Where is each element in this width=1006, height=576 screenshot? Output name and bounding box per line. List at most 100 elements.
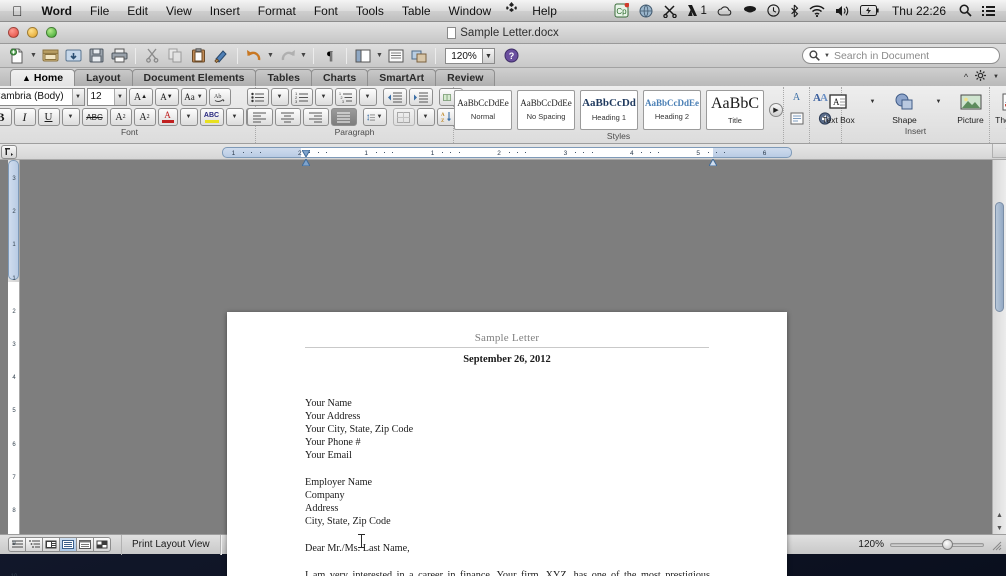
menu-item-font[interactable]: Font bbox=[305, 0, 347, 22]
tab-smartart[interactable]: SmartArt bbox=[367, 69, 437, 86]
italic-button[interactable]: I bbox=[13, 108, 36, 126]
tab-review[interactable]: Review bbox=[435, 69, 496, 86]
tab-tables[interactable]: Tables bbox=[255, 69, 312, 86]
menu-item-window[interactable]: Window bbox=[440, 0, 501, 22]
borders-button[interactable] bbox=[392, 108, 415, 126]
clear-formatting-button[interactable]: Ab bbox=[208, 88, 231, 106]
wifi-icon[interactable] bbox=[804, 0, 830, 22]
notebook-layout-button[interactable] bbox=[385, 46, 407, 66]
highlight-dropdown[interactable]: ▼ bbox=[225, 108, 244, 126]
highlight-button[interactable]: ABC bbox=[199, 108, 224, 126]
media-browser-button[interactable] bbox=[408, 46, 430, 66]
print-layout-button[interactable] bbox=[59, 537, 77, 552]
print-button[interactable] bbox=[108, 46, 130, 66]
shrink-font-button[interactable]: A ▼ bbox=[154, 88, 179, 106]
insert-text-box-button[interactable]: A Text Box bbox=[819, 90, 859, 125]
shape-dropdown[interactable]: ▼ bbox=[929, 90, 947, 114]
style-no-spacing[interactable]: AaBbCcDdEe No Spacing bbox=[517, 90, 575, 130]
tab-home[interactable]: ▲ Home bbox=[10, 69, 76, 86]
font-name-dropdown[interactable]: ▼ bbox=[71, 89, 84, 105]
more-styles-icon[interactable]: ▶ bbox=[769, 103, 783, 117]
bold-button[interactable]: B bbox=[0, 108, 12, 126]
underline-button[interactable]: U bbox=[37, 108, 60, 126]
open-button[interactable] bbox=[39, 46, 61, 66]
scroll-down-arrow-icon[interactable]: ▼ bbox=[993, 522, 1006, 534]
scroll-up-arrow-icon[interactable]: ▲ bbox=[993, 509, 1006, 521]
multilevel-list-dropdown[interactable]: ▼ bbox=[358, 88, 377, 106]
insert-shape-button[interactable]: Shape bbox=[885, 90, 925, 125]
bulleted-list-dropdown[interactable]: ▼ bbox=[270, 88, 289, 106]
copy-button[interactable] bbox=[164, 46, 186, 66]
menu-item-tools[interactable]: Tools bbox=[347, 0, 393, 22]
menu-item-table[interactable]: Table bbox=[393, 0, 440, 22]
publishing-layout-button[interactable] bbox=[42, 537, 60, 552]
decrease-indent-button[interactable] bbox=[382, 88, 407, 106]
style-normal[interactable]: AaBbCcDdEe Normal bbox=[454, 90, 512, 130]
notebook-layout-button[interactable] bbox=[76, 537, 94, 552]
cut-button[interactable] bbox=[141, 46, 163, 66]
menu-item-format[interactable]: Format bbox=[249, 0, 305, 22]
styles-pane-icon[interactable] bbox=[787, 109, 807, 127]
tab-charts[interactable]: Charts bbox=[310, 69, 369, 86]
gear-icon[interactable] bbox=[975, 68, 987, 86]
align-left-button[interactable] bbox=[246, 108, 273, 126]
toolbar-zoom-control[interactable]: 120% ▼ bbox=[445, 47, 495, 64]
dropbox-menu-icon[interactable] bbox=[500, 0, 523, 22]
menu-item-edit[interactable]: Edit bbox=[118, 0, 157, 22]
style-heading-2[interactable]: AaBbCcDdEe Heading 2 bbox=[643, 90, 701, 130]
paste-button[interactable] bbox=[187, 46, 209, 66]
search-icon[interactable] bbox=[954, 0, 977, 22]
zoom-stepper[interactable]: ▼ bbox=[483, 47, 495, 64]
change-case-button[interactable]: Aa ▼ bbox=[180, 88, 207, 106]
globe-icon[interactable] bbox=[634, 0, 658, 22]
clock-icon[interactable] bbox=[762, 0, 785, 22]
justify-button[interactable] bbox=[330, 108, 357, 126]
font-color-dropdown[interactable]: ▼ bbox=[179, 108, 198, 126]
zoom-slider[interactable] bbox=[890, 539, 984, 550]
list-icon[interactable] bbox=[977, 0, 1000, 22]
show-formatting-marks-button[interactable]: ¶ bbox=[319, 46, 341, 66]
superscript-button[interactable]: A2 bbox=[109, 108, 132, 126]
subscript-button[interactable]: A2 bbox=[133, 108, 156, 126]
tab-layout[interactable]: Layout bbox=[74, 69, 133, 86]
search-scope-caret[interactable]: ▼ bbox=[824, 53, 830, 59]
search-input[interactable]: ▼ Search in Document bbox=[802, 47, 1000, 64]
new-document-dropdown[interactable]: ▼ bbox=[29, 46, 38, 66]
text-box-dropdown[interactable]: ▼ bbox=[863, 90, 881, 114]
increase-indent-button[interactable] bbox=[408, 88, 433, 106]
redo-dropdown[interactable]: ▼ bbox=[299, 46, 308, 66]
document-page[interactable]: Sample Letter September 26, 2012 Your Na… bbox=[227, 312, 787, 576]
save-as-button[interactable] bbox=[62, 46, 84, 66]
help-button[interactable]: ? bbox=[500, 46, 522, 66]
first-line-indent-marker[interactable] bbox=[301, 144, 311, 159]
full-screen-button[interactable] bbox=[93, 537, 111, 552]
document-body[interactable]: Sample Letter September 26, 2012 Your Na… bbox=[227, 312, 787, 576]
sidebar-dropdown[interactable]: ▼ bbox=[375, 46, 384, 66]
right-indent-marker[interactable] bbox=[708, 153, 718, 167]
cloud-icon[interactable] bbox=[712, 0, 738, 22]
scissors-icon[interactable] bbox=[658, 0, 682, 22]
battery-icon[interactable] bbox=[855, 0, 884, 22]
bluetooth-icon[interactable] bbox=[785, 0, 804, 22]
ribbon-settings-caret[interactable]: ▼ bbox=[993, 74, 999, 80]
multilevel-list-button[interactable]: 123 bbox=[334, 88, 357, 106]
align-center-button[interactable] bbox=[274, 108, 301, 126]
styles-pane-letter-icon[interactable]: A bbox=[787, 88, 807, 106]
adobe-icon[interactable]: 1 bbox=[682, 0, 712, 22]
menu-item-file[interactable]: File bbox=[81, 0, 118, 22]
numbered-list-dropdown[interactable]: ▼ bbox=[314, 88, 333, 106]
font-name-input[interactable]: Cambria (Body) ▼ bbox=[0, 88, 85, 106]
tab-document-elements[interactable]: Document Elements bbox=[131, 69, 257, 86]
vertical-scrollbar[interactable]: ▲ ▼ bbox=[992, 160, 1006, 534]
vertical-ruler[interactable]: 32112345678910 bbox=[8, 160, 20, 576]
font-size-dropdown[interactable]: ▼ bbox=[113, 89, 126, 105]
coffee-icon[interactable] bbox=[738, 0, 762, 22]
outline-view-button[interactable] bbox=[25, 537, 43, 552]
themes-button[interactable]: Aa Themes bbox=[991, 90, 1006, 125]
font-color-button[interactable]: A bbox=[157, 108, 178, 126]
underline-dropdown[interactable]: ▼ bbox=[61, 108, 80, 126]
menu-clock[interactable]: Thu 22:26 bbox=[884, 4, 954, 18]
scrollbar-thumb[interactable] bbox=[995, 202, 1004, 312]
zoom-slider-knob[interactable] bbox=[942, 539, 953, 550]
format-painter-button[interactable] bbox=[210, 46, 232, 66]
